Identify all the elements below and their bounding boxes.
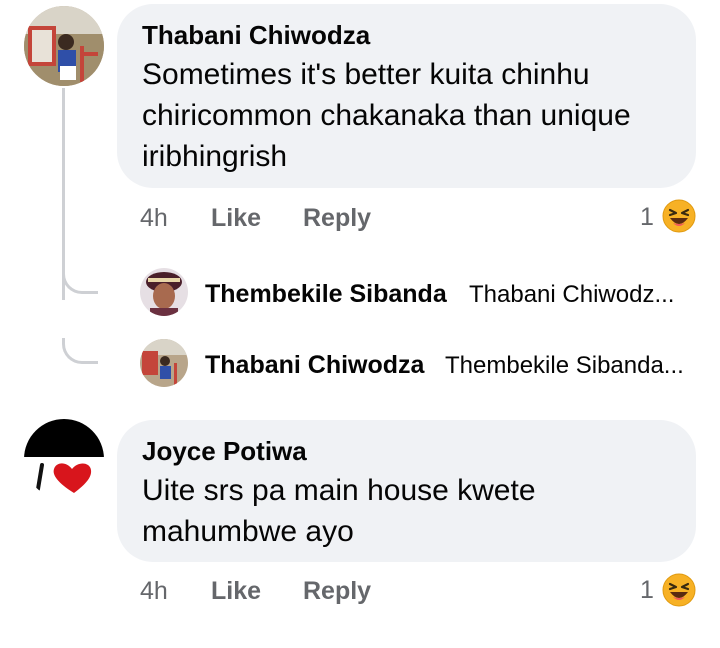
reply-author[interactable]: Thembekile Sibanda	[205, 280, 447, 309]
laughing-emoji-icon[interactable]	[662, 573, 696, 607]
comment-text-line: mahumbwe ayo	[142, 515, 354, 548]
thread-branch	[62, 338, 98, 364]
avatar[interactable]	[140, 339, 188, 387]
like-button[interactable]: Like	[211, 204, 261, 233]
avatar[interactable]	[140, 268, 188, 316]
comment-timestamp[interactable]: 4h	[140, 204, 168, 233]
comment-author[interactable]: Joyce Potiwa	[142, 436, 307, 467]
comment-text-line: Uite srs pa main house kwete	[142, 474, 536, 507]
comment-text-line: iribhingrish	[142, 140, 288, 173]
reply-button[interactable]: Reply	[303, 204, 371, 233]
thread-branch	[62, 268, 98, 294]
comment-author[interactable]: Thabani Chiwodza	[142, 20, 370, 51]
comment-text-line: Sometimes it's better kuita chinhu	[142, 58, 590, 91]
reply-button[interactable]: Reply	[303, 577, 371, 606]
avatar[interactable]	[24, 6, 104, 86]
laughing-emoji-icon[interactable]	[662, 199, 696, 233]
reaction-count[interactable]: 1	[640, 203, 654, 232]
reply-preview[interactable]: Thembekile Sibanda...	[445, 352, 684, 380]
comment-text-line: chiricommon chakanaka than unique	[142, 99, 631, 132]
like-button[interactable]: Like	[211, 577, 261, 606]
reply-author[interactable]: Thabani Chiwodza	[205, 351, 424, 380]
comment-timestamp[interactable]: 4h	[140, 577, 168, 606]
reaction-count[interactable]: 1	[640, 576, 654, 605]
avatar[interactable]	[24, 419, 104, 499]
reply-preview[interactable]: Thabani Chiwodz...	[469, 281, 674, 309]
